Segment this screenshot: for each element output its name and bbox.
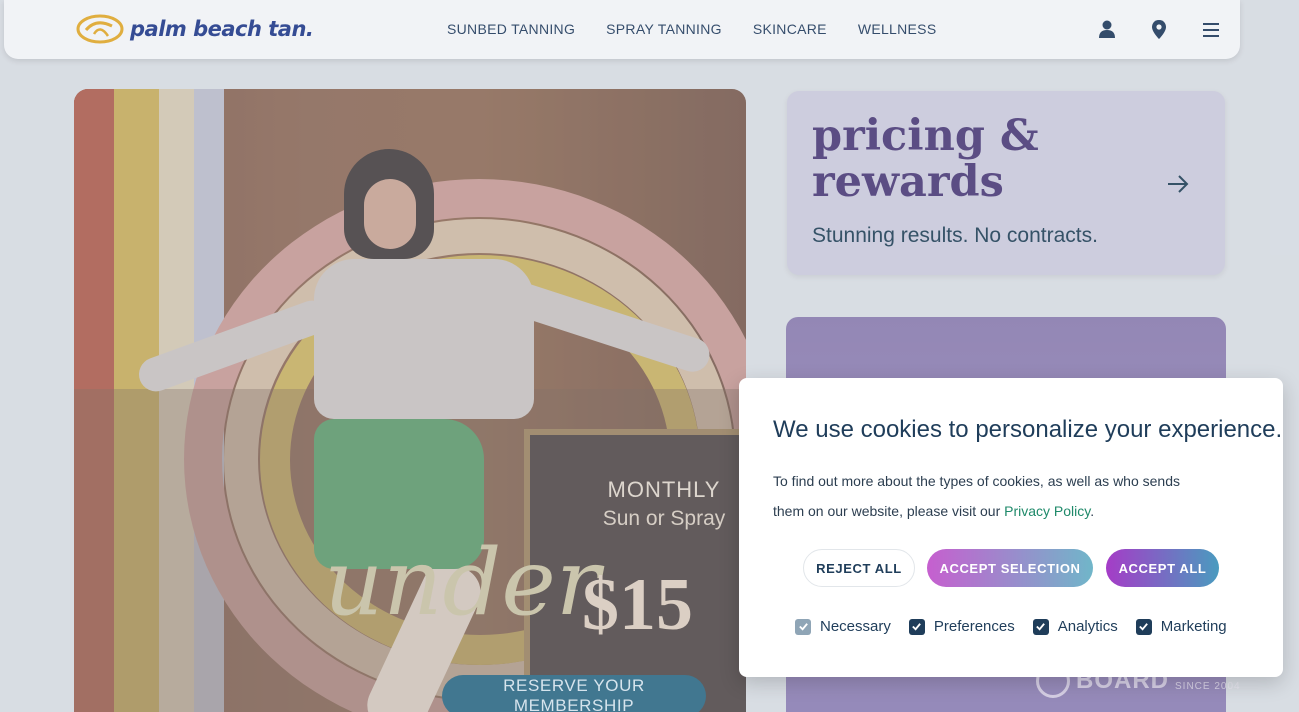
label-analytics: Analytics bbox=[1057, 618, 1118, 635]
cookie-description-period: . bbox=[1090, 503, 1095, 519]
promo-price: $15 bbox=[582, 564, 693, 646]
checkbox-analytics[interactable] bbox=[1032, 618, 1049, 635]
location-pin-icon[interactable] bbox=[1148, 18, 1170, 42]
logo[interactable]: palm beach tan. bbox=[76, 12, 314, 46]
pricing-rewards-card[interactable]: pricing & rewards Stunning results. No c… bbox=[787, 91, 1225, 275]
reject-all-button[interactable]: REJECT ALL bbox=[803, 549, 915, 587]
cookie-options: Necessary Preferences Analytics Marketin… bbox=[795, 618, 1245, 635]
pricing-subtitle: Stunning results. No contracts. bbox=[812, 224, 1098, 247]
promo-under-script: under bbox=[324, 529, 600, 636]
checkbox-preferences[interactable] bbox=[908, 618, 925, 635]
check-icon bbox=[1036, 623, 1046, 631]
checkbox-necessary bbox=[795, 618, 811, 635]
palm-logo-icon bbox=[76, 14, 124, 44]
cookie-option-marketing[interactable]: Marketing bbox=[1135, 618, 1227, 635]
site-header: palm beach tan. SUNBED TANNING SPRAY TAN… bbox=[4, 0, 1240, 59]
main-nav: SUNBED TANNING SPRAY TANNING SKINCARE WE… bbox=[447, 21, 936, 37]
label-marketing: Marketing bbox=[1160, 618, 1227, 635]
brand-name: palm beach tan. bbox=[130, 17, 314, 41]
nav-wellness[interactable]: WELLNESS bbox=[858, 21, 937, 37]
check-icon bbox=[1139, 623, 1149, 631]
cookie-description: To find out more about the types of cook… bbox=[773, 466, 1193, 526]
cookie-option-preferences[interactable]: Preferences bbox=[908, 618, 1015, 635]
nav-sunbed-tanning[interactable]: SUNBED TANNING bbox=[447, 21, 575, 37]
cookie-title: We use cookies to personalize your exper… bbox=[773, 416, 1283, 443]
nav-skincare[interactable]: SKINCARE bbox=[753, 21, 827, 37]
accept-selection-button[interactable]: ACCEPT SELECTION bbox=[927, 549, 1093, 587]
accept-all-button[interactable]: ACCEPT ALL bbox=[1106, 549, 1219, 587]
label-preferences: Preferences bbox=[933, 618, 1015, 635]
checkbox-marketing[interactable] bbox=[1135, 618, 1152, 635]
user-icon[interactable] bbox=[1096, 18, 1118, 42]
cookie-option-necessary: Necessary bbox=[795, 618, 891, 635]
board-since: SINCE 2004 bbox=[1175, 680, 1241, 692]
nav-spray-tanning[interactable]: SPRAY TANNING bbox=[606, 21, 722, 37]
promo-monthly: MONTHLY bbox=[607, 477, 721, 502]
cookie-description-text: To find out more about the types of cook… bbox=[773, 473, 1181, 519]
promo-subtitle: MONTHLY Sun or Spray bbox=[584, 477, 744, 531]
check-icon bbox=[798, 623, 808, 631]
check-icon bbox=[912, 623, 922, 631]
hamburger-menu-icon[interactable] bbox=[1200, 18, 1222, 42]
header-actions bbox=[1096, 18, 1222, 42]
cookie-consent-dialog: We use cookies to personalize your exper… bbox=[739, 378, 1283, 677]
reserve-membership-button[interactable]: RESERVE YOUR MEMBERSHIP bbox=[442, 675, 706, 712]
cookie-option-analytics[interactable]: Analytics bbox=[1032, 618, 1118, 635]
label-necessary: Necessary bbox=[820, 618, 891, 635]
promo-sun-or-spray: Sun or Spray bbox=[602, 507, 726, 530]
hero-banner[interactable]: MONTHLY Sun or Spray under $15 RESERVE Y… bbox=[74, 89, 746, 712]
privacy-policy-link[interactable]: Privacy Policy bbox=[1004, 503, 1090, 519]
pricing-title: pricing & rewards bbox=[812, 111, 1039, 207]
arrow-right-icon[interactable] bbox=[1165, 171, 1191, 197]
